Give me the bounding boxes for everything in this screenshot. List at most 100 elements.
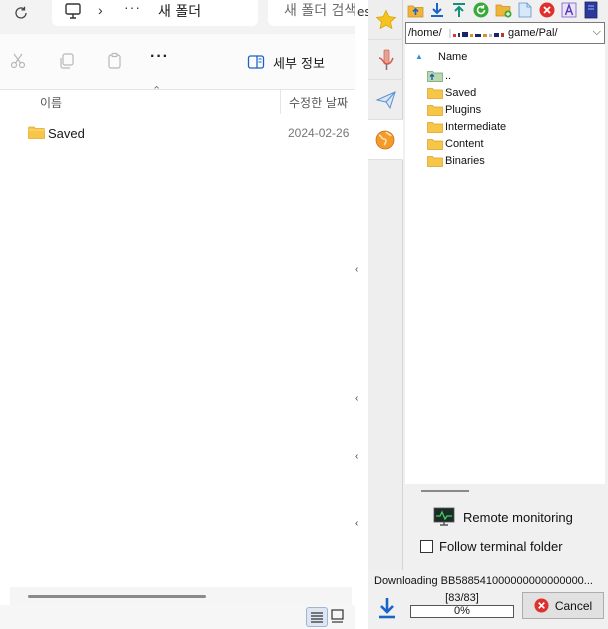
list-item-label: Saved [445, 87, 477, 99]
download-status-text: Downloading BB588541000000000000000... [374, 575, 593, 587]
list-item-folder[interactable]: Saved [427, 85, 597, 102]
this-pc-icon[interactable] [64, 2, 82, 20]
transfer-count: [83/83] [445, 592, 479, 604]
paste-button[interactable] [105, 52, 125, 72]
folder-icon [427, 88, 443, 99]
search-box[interactable] [268, 0, 355, 26]
refresh-icon [15, 6, 27, 19]
upload-arrow-icon [453, 3, 465, 17]
details-view-button[interactable] [306, 607, 328, 627]
list-column-header[interactable]: ▲ Name [405, 50, 605, 66]
column-header-date-modified[interactable]: 수정한 날짜 [289, 94, 348, 111]
file-date: 2024-02-26 [288, 126, 350, 140]
column-header-name: Name [438, 51, 468, 63]
follow-terminal-checkbox[interactable]: Follow terminal folder [420, 539, 563, 554]
monitor-pulse-icon [433, 507, 455, 526]
remote-monitoring-button[interactable]: Remote monitoring [433, 506, 573, 528]
tiles-view-button[interactable] [328, 607, 350, 627]
cancel-icon [534, 598, 549, 613]
progress-percent: 0% [454, 605, 470, 617]
tab-sftp[interactable] [368, 120, 403, 160]
new-folder-icon [495, 4, 511, 18]
window-gap: es ‹ ‹ ‹ ‹ [355, 0, 371, 629]
paper-plane-icon [374, 90, 396, 109]
sort-ascending-icon: ▲ [415, 52, 423, 61]
explorer-status-bar [0, 605, 355, 629]
download-arrow-icon [379, 598, 395, 619]
remote-file-list[interactable]: ▲ Name .. Saved Plugins Intermediate Con… [405, 44, 605, 484]
tab-tools[interactable] [368, 40, 403, 80]
file-row[interactable]: Saved 2024-02-26 [0, 122, 355, 144]
sftp-side-tabs [368, 0, 403, 629]
details-view-icon [311, 612, 323, 623]
upload-button[interactable] [450, 1, 468, 19]
copy-button[interactable] [57, 52, 77, 72]
folder-icon [427, 139, 443, 150]
scrollbar-thumb[interactable] [28, 595, 206, 598]
new-file-icon [518, 2, 532, 18]
chevron-down-icon[interactable]: ⌵ [593, 26, 601, 39]
refresh-button[interactable] [8, 2, 34, 24]
cancel-transfer-button[interactable]: Cancel [522, 592, 604, 619]
pane-splitter-handle[interactable] [421, 490, 469, 492]
search-input[interactable] [284, 0, 355, 22]
column-divider[interactable] [280, 90, 281, 114]
refresh-button[interactable] [472, 1, 490, 19]
cancel-label: Cancel [554, 598, 593, 613]
list-item-parent[interactable]: .. [427, 68, 597, 85]
parent-directory-button[interactable] [406, 1, 424, 19]
edge-mark: ‹ [355, 518, 359, 529]
download-arrow-icon [431, 3, 443, 17]
edge-mark: ‹ [355, 451, 359, 462]
breadcrumb-chevron[interactable]: › [98, 2, 103, 18]
column-header-name[interactable]: 이름 [40, 94, 62, 111]
rename-button[interactable] [560, 1, 578, 19]
details-pane-button[interactable]: 세부 정보 [247, 51, 325, 73]
details-pane-icon [247, 55, 265, 69]
scissors-icon [10, 53, 26, 69]
new-folder-button[interactable] [494, 1, 512, 19]
list-item-label: Content [445, 138, 484, 150]
cut-button[interactable] [8, 52, 28, 72]
tab-favorites[interactable] [368, 0, 403, 40]
tiles-view-icon [331, 609, 344, 623]
star-icon [375, 9, 396, 29]
copy-icon [60, 53, 74, 69]
more-options-button[interactable]: ··· [150, 48, 169, 66]
breadcrumb-overflow-button[interactable]: ··· [124, 0, 141, 15]
checkbox-box[interactable] [420, 540, 433, 553]
delete-button[interactable] [538, 1, 556, 19]
follow-terminal-label: Follow terminal folder [439, 539, 563, 554]
horizontal-scrollbar[interactable] [10, 587, 352, 605]
breadcrumb-current-folder[interactable]: 새 폴더 [158, 1, 201, 21]
explorer-address-row: › ··· 새 폴더 [0, 0, 355, 34]
sftp-toolbar [403, 0, 608, 22]
new-file-button[interactable] [516, 1, 534, 19]
list-item-label: Intermediate [445, 121, 507, 133]
rename-icon [561, 2, 577, 18]
list-item-folder[interactable]: Binaries [427, 153, 597, 170]
sftp-browser: ⌵ game/Pal/ ▲ Name [403, 0, 608, 629]
list-item-folder[interactable]: Plugins [427, 102, 597, 119]
terminal-icon [584, 1, 598, 19]
paste-icon [108, 52, 121, 69]
details-pane-label: 세부 정보 [273, 56, 325, 72]
folder-icon [427, 156, 443, 167]
folder-up-icon [407, 5, 423, 18]
sftp-panel: ⌵ game/Pal/ ▲ Name [368, 0, 608, 629]
address-bar[interactable]: › ··· 새 폴더 [52, 0, 258, 26]
list-item-folder[interactable]: Content [427, 136, 597, 153]
list-item-label: Plugins [445, 104, 482, 116]
list-item-folder[interactable]: Intermediate [427, 119, 597, 136]
sort-ascending-icon: ⌃ [152, 85, 162, 97]
download-button[interactable] [428, 1, 446, 19]
remote-monitoring-label: Remote monitoring [463, 509, 573, 525]
remote-path-tail: game/Pal/ [508, 27, 558, 39]
terminal-sync-button[interactable] [582, 1, 600, 19]
tab-send[interactable] [368, 80, 403, 120]
file-list-header: 이름 ⌃ 수정한 날짜 [0, 85, 355, 116]
folder-icon [427, 122, 443, 133]
folder-icon [427, 105, 443, 116]
list-item-label: .. [445, 70, 452, 82]
folder-icon [28, 126, 45, 139]
